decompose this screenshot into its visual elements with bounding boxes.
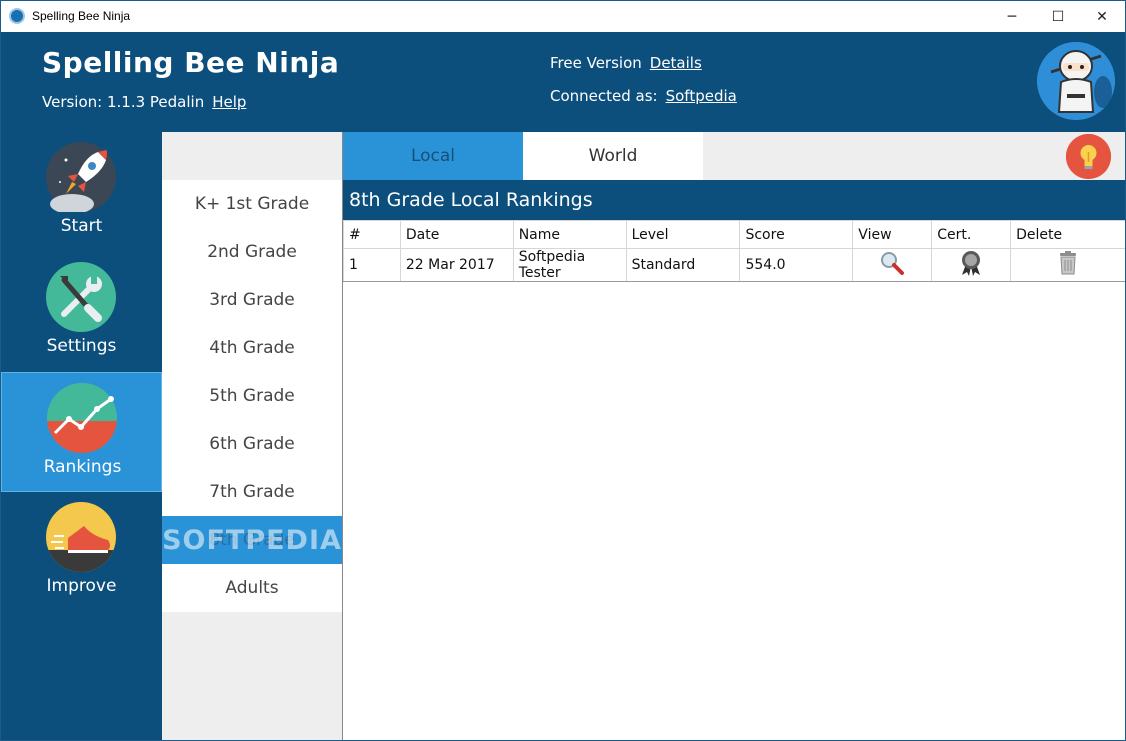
maximize-button[interactable]: ☐ bbox=[1035, 1, 1081, 32]
free-version-line: Free Version Details bbox=[550, 54, 702, 72]
grade-item-2[interactable]: 2nd Grade bbox=[162, 228, 342, 276]
col-score[interactable]: Score bbox=[739, 220, 854, 249]
table-header-row: # Date Name Level Score View Cert. Delet… bbox=[343, 220, 1125, 249]
minimize-button[interactable]: ─ bbox=[989, 1, 1035, 32]
nav-rankings[interactable]: Rankings bbox=[1, 372, 162, 492]
chart-icon bbox=[47, 383, 117, 453]
nav-settings[interactable]: Settings bbox=[1, 252, 162, 372]
user-link[interactable]: Softpedia bbox=[666, 87, 737, 105]
cell-date: 22 Mar 2017 bbox=[399, 248, 514, 282]
col-cert[interactable]: Cert. bbox=[931, 220, 1012, 249]
grade-item-6[interactable]: 6th Grade bbox=[162, 420, 342, 468]
ninja-icon[interactable] bbox=[1037, 42, 1115, 120]
nav-rankings-label: Rankings bbox=[43, 457, 122, 477]
lightbulb-icon[interactable] bbox=[1066, 134, 1111, 179]
nav-improve-label: Improve bbox=[46, 576, 117, 596]
trash-icon bbox=[1060, 251, 1077, 275]
col-level[interactable]: Level bbox=[625, 220, 741, 249]
col-name[interactable]: Name bbox=[512, 220, 627, 249]
delete-button[interactable] bbox=[1010, 248, 1125, 282]
app-header: Spelling Bee Ninja Version: 1.1.3 Pedali… bbox=[1, 32, 1125, 132]
close-button[interactable]: ✕ bbox=[1079, 1, 1125, 32]
nav-start-label: Start bbox=[60, 216, 103, 236]
nav-improve[interactable]: Improve bbox=[1, 492, 162, 612]
col-delete[interactable]: Delete bbox=[1010, 220, 1125, 249]
version-label: Version: 1.1.3 Pedalin bbox=[42, 93, 205, 111]
rankings-table: # Date Name Level Score View Cert. Delet… bbox=[343, 220, 1125, 282]
main-nav: Start Settings Rankings Improve bbox=[1, 132, 162, 740]
connected-line: Connected as: Softpedia bbox=[550, 87, 737, 105]
view-button[interactable] bbox=[852, 248, 933, 282]
award-icon bbox=[962, 251, 981, 276]
window-title: Spelling Bee Ninja bbox=[32, 9, 131, 23]
help-link[interactable]: Help bbox=[212, 93, 246, 111]
grade-item-5[interactable]: 5th Grade bbox=[162, 372, 342, 420]
free-version-label: Free Version bbox=[550, 54, 642, 72]
version-line: Version: 1.1.3 Pedalin Help bbox=[42, 93, 246, 111]
shoe-icon bbox=[46, 502, 116, 572]
nav-settings-label: Settings bbox=[46, 336, 117, 356]
app-logo-icon bbox=[9, 8, 25, 24]
rankings-title: 8th Grade Local Rankings bbox=[343, 180, 1125, 220]
grade-item-adults[interactable]: Adults bbox=[162, 564, 342, 612]
app-name: Spelling Bee Ninja bbox=[42, 46, 340, 79]
watermark: SOFTPEDIA bbox=[162, 524, 342, 556]
col-view[interactable]: View bbox=[852, 220, 933, 249]
magnifier-icon bbox=[881, 252, 905, 275]
rankings-panel: Local World 8th Grade Local Rankings # D… bbox=[342, 132, 1125, 740]
title-bar: Spelling Bee Ninja ─ ☐ ✕ bbox=[1, 1, 1125, 32]
col-rank[interactable]: # bbox=[343, 220, 401, 249]
connected-label: Connected as: bbox=[550, 87, 658, 105]
grade-item-3[interactable]: 3rd Grade bbox=[162, 276, 342, 324]
app-window: Spelling Bee Ninja ─ ☐ ✕ Spelling Bee Ni… bbox=[0, 0, 1126, 741]
tools-icon bbox=[46, 262, 116, 332]
cell-score: 554.0 bbox=[739, 248, 854, 282]
grade-list: K+ 1st Grade 2nd Grade 3rd Grade 4th Gra… bbox=[162, 132, 342, 740]
grade-item-4[interactable]: 4th Grade bbox=[162, 324, 342, 372]
tab-world[interactable]: World bbox=[523, 132, 703, 180]
tab-local[interactable]: Local bbox=[343, 132, 523, 180]
cell-level: Standard bbox=[625, 248, 741, 282]
rocket-icon bbox=[46, 142, 116, 214]
cell-name: Softpedia Tester bbox=[512, 248, 627, 282]
col-date[interactable]: Date bbox=[399, 220, 514, 249]
grade-item-8[interactable]: 8th Grade SOFTPEDIA bbox=[162, 516, 342, 564]
grade-item-k1[interactable]: K+ 1st Grade bbox=[162, 180, 342, 228]
grade-item-7[interactable]: 7th Grade bbox=[162, 468, 342, 516]
certificate-button[interactable] bbox=[931, 248, 1012, 282]
nav-start[interactable]: Start bbox=[1, 132, 162, 252]
cell-rank: 1 bbox=[343, 248, 401, 282]
scope-tabs: Local World bbox=[343, 132, 1125, 180]
details-link[interactable]: Details bbox=[650, 54, 702, 72]
table-row[interactable]: 1 22 Mar 2017 Softpedia Tester Standard … bbox=[343, 248, 1125, 282]
